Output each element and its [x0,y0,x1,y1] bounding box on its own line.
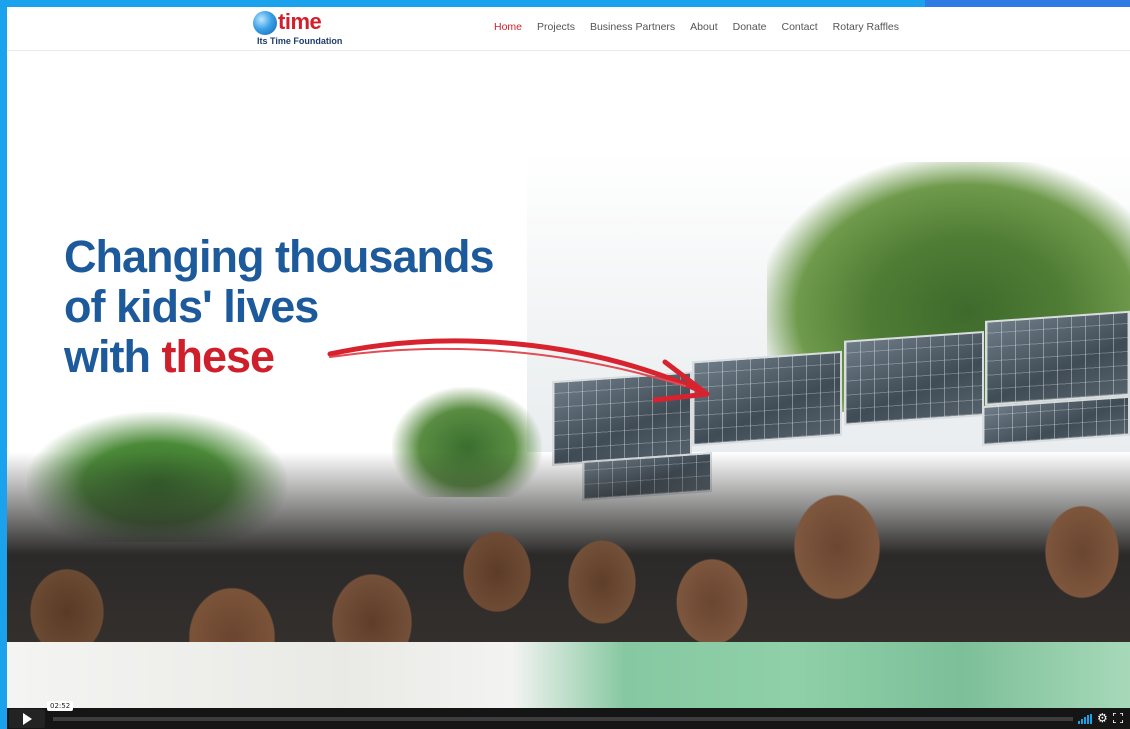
logo-word: time [278,9,322,34]
site-logo[interactable]: time Its Time Foundation [253,9,343,48]
fullscreen-icon[interactable] [1113,713,1123,723]
nav-item-about[interactable]: About [690,21,717,33]
headline-prefix: with [64,331,162,382]
video-controls: 02:52 ⚙ [7,701,1130,729]
site-header: time Its Time Foundation Home Projects B… [7,7,1130,51]
solar-panel [844,330,984,426]
headline-highlight: these [161,331,275,382]
nav-item-projects[interactable]: Projects [537,21,575,33]
solar-panel [985,310,1130,406]
red-arrow-icon [327,338,710,403]
globe-icon [253,11,277,35]
logo-subtitle: Its Time Foundation [257,36,343,46]
browser-top-accent [925,0,1130,7]
nav-item-rotary-raffles[interactable]: Rotary Raffles [833,21,899,33]
main-nav: Home Projects Business Partners About Do… [494,21,914,33]
nav-item-home[interactable]: Home [494,21,522,33]
play-icon[interactable] [9,709,45,728]
headline-line-2: of kids' lives [64,281,319,332]
video-progress-bar[interactable] [53,717,1073,721]
nav-item-contact[interactable]: Contact [781,21,817,33]
nav-item-business-partners[interactable]: Business Partners [590,21,675,33]
settings-icon[interactable]: ⚙ [1097,711,1108,725]
hero-video[interactable]: Changing thousands of kids' lives with t… [7,52,1130,708]
headline-line-1: Changing thousands [64,231,494,282]
video-time: 02:52 [47,701,74,711]
browser-top-strip [0,0,1130,7]
page-frame: time Its Time Foundation Home Projects B… [7,7,1130,729]
children-uniforms [7,642,1130,708]
nav-item-donate[interactable]: Donate [733,21,767,33]
volume-icon[interactable] [1078,714,1094,724]
